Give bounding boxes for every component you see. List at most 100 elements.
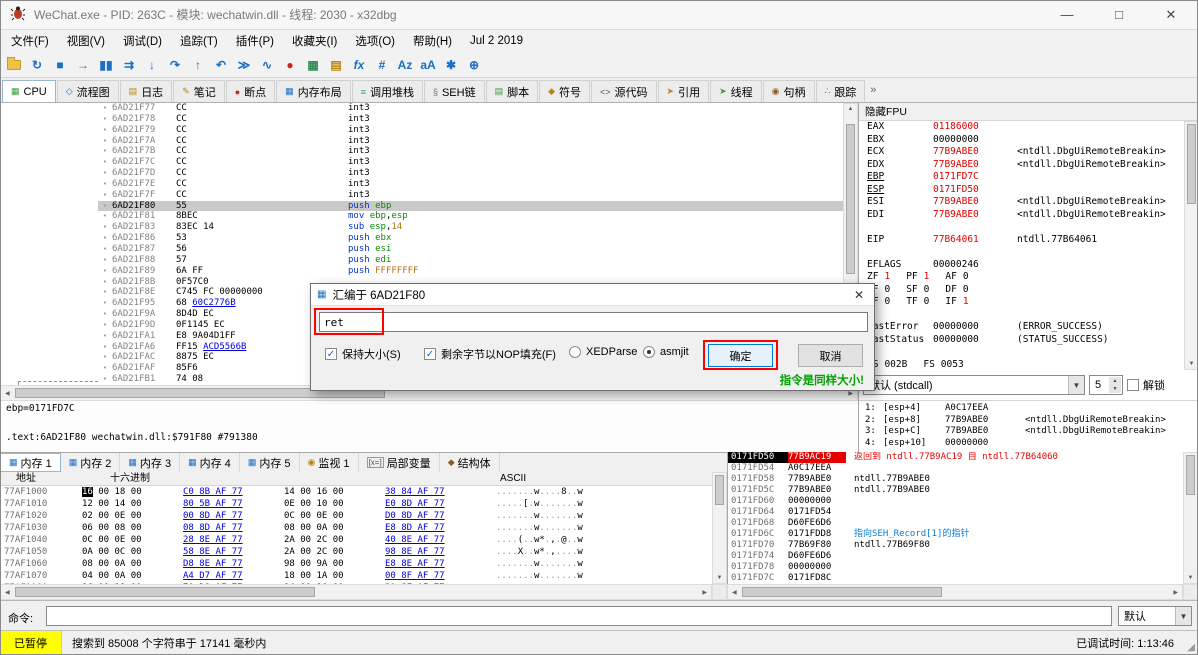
tab-graph[interactable]: ◇流程图 bbox=[57, 80, 119, 102]
disasm-row[interactable]: •6AD21F896A FFpush FFFFFFFF bbox=[0, 266, 858, 277]
nop-fill-checkbox[interactable]: ✓ bbox=[424, 348, 436, 360]
register-value[interactable]: 77B9ABE0 bbox=[933, 209, 1017, 222]
open-file-icon[interactable] bbox=[4, 55, 24, 75]
scrollbar-thumb[interactable] bbox=[15, 587, 315, 597]
cancel-button[interactable]: 取消 bbox=[798, 344, 863, 367]
tab-notes[interactable]: ✎笔记 bbox=[173, 80, 225, 102]
dump-row[interactable]: 77AF101012 00 14 0080 5B AF 770E 00 10 0… bbox=[0, 498, 712, 510]
disasm-row[interactable]: •6AD21F818BECmov ebp,esp bbox=[0, 211, 858, 222]
scroll-up-icon[interactable]: ▲ bbox=[844, 106, 857, 112]
dump-row[interactable]: 77AF10400C 00 0E 0028 8E AF 772A 00 2C 0… bbox=[0, 534, 712, 546]
registers-vscrollbar[interactable]: ▲▼ bbox=[1184, 121, 1198, 370]
stack-row[interactable]: 0171FD7800000000 bbox=[728, 562, 1183, 573]
scroll-right-icon[interactable]: ▶ bbox=[1173, 589, 1178, 596]
tab-cpu[interactable]: ▦CPU bbox=[2, 80, 56, 102]
disasm-row[interactable]: •6AD21F7DCCint3 bbox=[0, 168, 858, 179]
argument-row[interactable]: 1:[esp+4]A0C17EEA bbox=[859, 403, 1198, 415]
flag-value[interactable]: 1 bbox=[963, 296, 969, 307]
register-row[interactable]: CF0TF0IF1 bbox=[859, 296, 1198, 309]
tab-script[interactable]: ▤脚本 bbox=[486, 80, 539, 102]
register-value[interactable]: 77B64061 bbox=[933, 234, 1017, 247]
fx-icon[interactable]: fx bbox=[349, 55, 369, 75]
aa-icon[interactable]: aA bbox=[418, 55, 438, 75]
keep-size-checkbox[interactable]: ✓ bbox=[325, 348, 337, 360]
register-row[interactable]: EBP0171FD7C bbox=[859, 171, 1198, 184]
dump-row[interactable]: 77AF106008 00 0A 00D8 8E AF 7798 00 9A 0… bbox=[0, 558, 712, 570]
scroll-down-icon[interactable]: ▼ bbox=[1184, 575, 1197, 581]
run-icon[interactable]: → bbox=[73, 55, 93, 75]
tab-threads[interactable]: ➤线程 bbox=[710, 80, 762, 102]
stack-row[interactable]: 0171FD54A0C17EEA bbox=[728, 463, 1183, 474]
register-value[interactable]: 77B9ABE0 bbox=[933, 146, 1017, 159]
tab-seh[interactable]: §SEH链 bbox=[424, 80, 485, 102]
disasm-row[interactable]: •6AD21F7ECCint3 bbox=[0, 179, 858, 190]
scroll-down-icon[interactable]: ▼ bbox=[1185, 361, 1198, 367]
scroll-down-icon[interactable]: ▼ bbox=[713, 575, 726, 581]
run-to-user-icon[interactable]: ⇉ bbox=[119, 55, 139, 75]
stack-row[interactable]: 0171FD5C77B9ABE0ntdll.77B9ABE0 bbox=[728, 485, 1183, 496]
disasm-row[interactable]: •6AD21F7FCCint3 bbox=[0, 190, 858, 201]
stack-vscrollbar[interactable]: ▲▼ bbox=[1183, 452, 1198, 584]
dump-row[interactable]: 77AF103006 00 08 0008 8D AF 7708 00 0A 0… bbox=[0, 522, 712, 534]
flag-value[interactable]: 0 bbox=[924, 296, 930, 307]
flag-value[interactable]: 1 bbox=[924, 271, 930, 282]
stop-icon[interactable]: ■ bbox=[50, 55, 70, 75]
scroll-right-icon[interactable]: ▶ bbox=[848, 390, 853, 397]
disasm-row[interactable]: •6AD21F8756push esi bbox=[0, 244, 858, 255]
command-profile-select[interactable]: 默认 ▼ bbox=[1118, 606, 1192, 626]
stack-row[interactable]: 0171FD640171FD54 bbox=[728, 507, 1183, 518]
spinner-up-icon[interactable]: ▲ bbox=[1109, 378, 1121, 384]
register-row[interactable]: ZF1PF1AF0 bbox=[859, 271, 1198, 284]
trace-icon[interactable]: ∿ bbox=[257, 55, 277, 75]
tab-symbols[interactable]: ◆符号 bbox=[539, 80, 590, 102]
disasm-row[interactable]: •6AD21F78CCint3 bbox=[0, 114, 858, 125]
flag-value[interactable]: 0 bbox=[963, 284, 969, 295]
argument-row[interactable]: 3:[esp+C]77B9ABE0<ntdll.DbgUiRemoteBreak… bbox=[859, 426, 1198, 438]
skip-icon[interactable]: ↶ bbox=[211, 55, 231, 75]
dump-row[interactable]: 77AF100016 00 18 00C0 8B AF 7714 00 16 0… bbox=[0, 486, 712, 498]
register-row[interactable]: LastStatus00000000(STATUS_SUCCESS) bbox=[859, 334, 1198, 347]
disasm-row[interactable]: •6AD21F8055push ebp bbox=[0, 201, 858, 212]
dump-hscrollbar[interactable]: ◀▶ bbox=[0, 584, 712, 600]
flag-value[interactable]: 0 bbox=[884, 296, 890, 307]
register-row[interactable]: ECX77B9ABE0<ntdll.DbgUiRemoteBreakin> bbox=[859, 146, 1198, 159]
help-globe-icon[interactable]: ⊕ bbox=[464, 55, 484, 75]
scroll-left-icon[interactable]: ◀ bbox=[732, 589, 737, 596]
step-into-icon[interactable]: ↓ bbox=[142, 55, 162, 75]
az-icon[interactable]: Az bbox=[395, 55, 415, 75]
disasm-row[interactable]: •6AD21F8653push ebx bbox=[0, 233, 858, 244]
stack-row[interactable]: 0171FD68D60FE6D6 bbox=[728, 518, 1183, 529]
tab-log[interactable]: ▤日志 bbox=[120, 80, 173, 102]
flag-value[interactable]: 1 bbox=[884, 271, 890, 282]
keep-size-option[interactable]: ✓ 保持大小(S) bbox=[325, 346, 401, 362]
tab-trace[interactable]: ∴跟踪 bbox=[816, 80, 866, 102]
disasm-row[interactable]: •6AD21F8383EC 14sub esp,14 bbox=[0, 222, 858, 233]
flag-value[interactable]: 0 bbox=[963, 271, 969, 282]
unlock-checkbox[interactable] bbox=[1127, 379, 1139, 391]
stack-row[interactable]: 0171FD6000000000 bbox=[728, 496, 1183, 507]
dump-vscrollbar[interactable]: ▲▼ bbox=[712, 472, 727, 584]
register-row[interactable]: EDI77B9ABE0<ntdll.DbgUiRemoteBreakin> bbox=[859, 209, 1198, 222]
disasm-row[interactable]: •6AD21F79CCint3 bbox=[0, 125, 858, 136]
menu-item[interactable]: 帮助(H) bbox=[404, 30, 461, 52]
register-row[interactable]: ESP0171FD50 bbox=[859, 184, 1198, 197]
animate-icon[interactable]: ≫ bbox=[234, 55, 254, 75]
tab-watch-1[interactable]: ◉监视 1 bbox=[300, 453, 359, 472]
xedparse-option[interactable]: XEDParse bbox=[569, 346, 637, 358]
register-row[interactable]: ESI77B9ABE0<ntdll.DbgUiRemoteBreakin> bbox=[859, 196, 1198, 209]
pause-icon[interactable]: ▮▮ bbox=[96, 55, 116, 75]
tab-dump-5[interactable]: ▦内存 5 bbox=[240, 453, 300, 472]
stack-row[interactable]: 0171FD74D60FE6D6 bbox=[728, 551, 1183, 562]
tab-dump-4[interactable]: ▦内存 4 bbox=[180, 453, 240, 472]
scrollbar-thumb[interactable] bbox=[1187, 124, 1196, 204]
breakpoint-icon[interactable]: ● bbox=[280, 55, 300, 75]
tab-dump-1[interactable]: ▦内存 1 bbox=[0, 453, 61, 472]
hide-fpu-button[interactable]: 隐藏FPU bbox=[859, 103, 1198, 121]
stack-row[interactable]: 0171FD7C0171FD8C bbox=[728, 573, 1183, 584]
flag-value[interactable]: 0 bbox=[884, 284, 890, 295]
register-row[interactable]: OF0SF0DF0 bbox=[859, 284, 1198, 297]
dump-row[interactable]: 77AF10500A 00 0C 0058 8E AF 772A 00 2C 0… bbox=[0, 546, 712, 558]
register-value[interactable]: 0171FD7C bbox=[933, 171, 1017, 184]
tab-handles[interactable]: ◉句柄 bbox=[763, 80, 815, 102]
nop-fill-option[interactable]: ✓ 剩余字节以NOP填充(F) bbox=[424, 346, 556, 362]
